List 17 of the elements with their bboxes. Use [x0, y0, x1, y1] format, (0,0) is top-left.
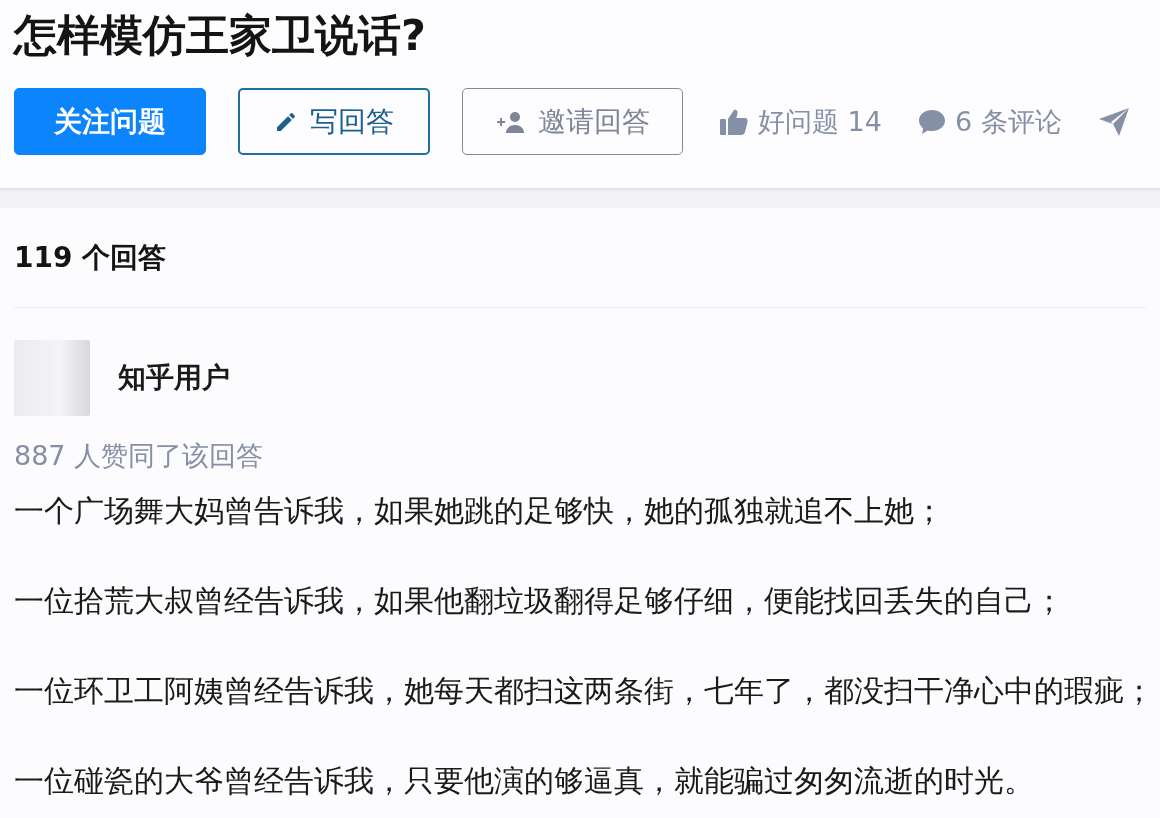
- vote-count: 887 人赞同了该回答: [14, 439, 265, 473]
- good-question-button[interactable]: 好问题 14: [720, 103, 882, 140]
- author-name[interactable]: 知乎用户: [118, 359, 230, 397]
- answer-paragraph: 一位碰瓷的大爷曾经告诉我，只要他演的够逼真，就能骗过匆匆流逝的时光。: [14, 763, 1035, 800]
- write-answer-button[interactable]: 写回答: [238, 88, 430, 155]
- answer-count: 119 个回答: [14, 239, 167, 276]
- add-person-icon: [495, 110, 526, 133]
- follow-question-button[interactable]: 关注问题: [14, 88, 206, 155]
- thumbs-up-icon: [720, 108, 748, 135]
- answer-paragraph: 一个广场舞大妈曾告诉我，如果她跳的足够快，她的孤独就追不上她；: [14, 493, 945, 530]
- question-title: 怎样模仿王家卫说话?: [14, 9, 427, 62]
- answer-paragraph: 一位拾荒大叔曾经告诉我，如果他翻垃圾翻得足够仔细，便能找回丢失的自己；: [14, 583, 1065, 620]
- invite-answer-button[interactable]: 邀请回答: [462, 88, 683, 155]
- comments-button[interactable]: 6 条评论: [918, 103, 1062, 140]
- paper-plane-icon: [1098, 107, 1129, 136]
- comment-icon: [918, 109, 945, 134]
- answer-paragraph: 一位环卫工阿姨曾经告诉我，她每天都扫这两条街，七年了，都没扫干净心中的瑕疵；: [14, 673, 1146, 710]
